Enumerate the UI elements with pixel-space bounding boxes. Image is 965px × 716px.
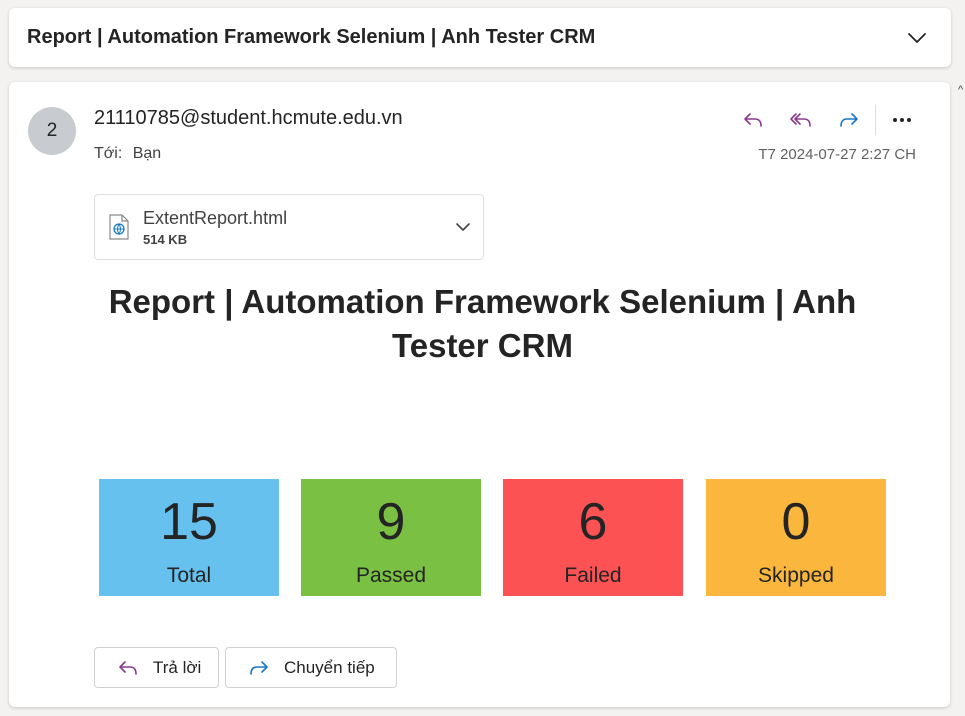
forward-icon	[250, 660, 268, 675]
recipient-line: Tới: Bạn	[94, 145, 167, 163]
subject-header: Report | Automation Framework Selenium |…	[9, 8, 951, 67]
attachment-name: ExtentReport.html	[143, 207, 288, 228]
sender-address[interactable]: 21110785@student.hcmute.edu.vn	[94, 107, 403, 130]
forward-icon	[840, 113, 858, 127]
stat-skipped: 0 Skipped	[706, 479, 886, 596]
stat-total: 15 Total	[99, 479, 279, 596]
forward-footer-label: Chuyển tiếp	[284, 657, 375, 677]
email-subject: Report | Automation Framework Selenium |…	[27, 26, 596, 48]
stats-row: 15 Total 9 Passed 6 Failed 0 Skipped	[99, 479, 889, 596]
reply-footer-button[interactable]: Trả lời	[94, 647, 219, 688]
actions-divider	[875, 105, 876, 135]
attachment-menu-button[interactable]	[443, 222, 483, 232]
stat-value: 0	[781, 493, 811, 551]
reply-icon	[744, 113, 762, 127]
attachment-size: 514 KB	[143, 231, 188, 247]
stat-label: Failed	[564, 564, 622, 587]
avatar[interactable]: 2	[28, 107, 76, 155]
message-card: 2 21110785@student.hcmute.edu.vn Tới: Bạ…	[9, 82, 950, 707]
to-label: Tới:	[94, 145, 123, 162]
more-icon	[893, 118, 911, 122]
forward-footer-button[interactable]: Chuyển tiếp	[225, 647, 397, 688]
reply-icon	[119, 660, 137, 675]
chevron-down-icon	[456, 223, 470, 231]
reply-footer-label: Trả lời	[153, 657, 202, 677]
collapse-button[interactable]	[901, 22, 933, 54]
stat-label: Skipped	[758, 564, 834, 587]
to-value[interactable]: Bạn	[133, 145, 161, 162]
attachment-info: ExtentReport.html 514 KB	[143, 208, 443, 247]
stat-value: 15	[160, 493, 218, 551]
attachment-card[interactable]: ExtentReport.html 514 KB	[94, 194, 484, 260]
stat-passed: 9 Passed	[301, 479, 481, 596]
reply-button[interactable]	[735, 102, 771, 138]
forward-button[interactable]	[831, 102, 867, 138]
stat-value: 9	[376, 493, 406, 551]
stat-value: 6	[578, 493, 608, 551]
message-date: T7 2024-07-27 2:27 CH	[758, 146, 916, 163]
more-actions-button[interactable]	[884, 102, 920, 138]
stat-failed: 6 Failed	[503, 479, 683, 596]
chevron-down-icon	[908, 32, 926, 43]
scrollbar-up-arrow[interactable]: ^	[958, 84, 963, 96]
reply-all-icon	[790, 113, 811, 127]
reply-all-button[interactable]	[783, 102, 819, 138]
message-actions	[723, 102, 920, 138]
report-title: Report | Automation Framework Selenium |…	[108, 283, 857, 364]
stat-label: Total	[166, 564, 212, 587]
html-file-icon	[109, 214, 129, 240]
stat-label: Passed	[355, 564, 427, 587]
